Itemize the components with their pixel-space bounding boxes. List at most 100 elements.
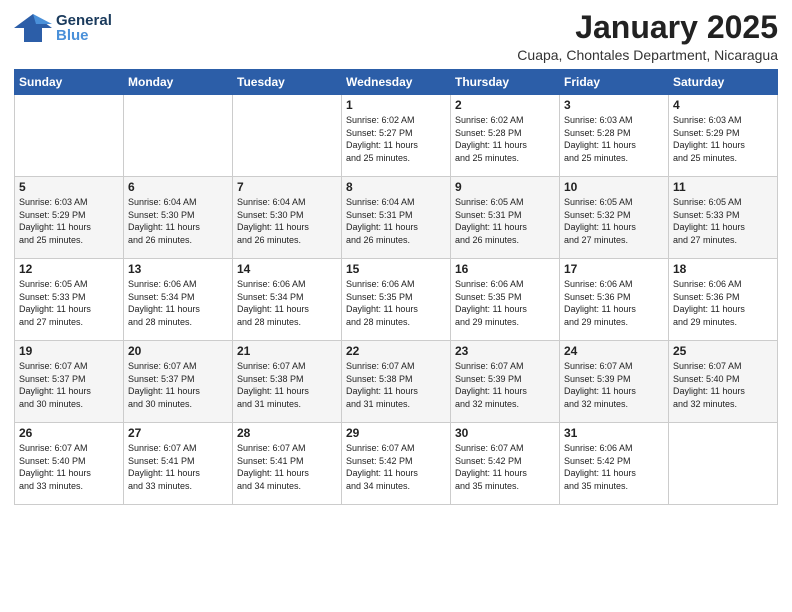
day-number: 8 <box>346 180 446 194</box>
day-info: Sunrise: 6:06 AMSunset: 5:35 PMDaylight:… <box>455 278 555 328</box>
day-info: Sunrise: 6:07 AMSunset: 5:42 PMDaylight:… <box>455 442 555 492</box>
day-info: Sunrise: 6:04 AMSunset: 5:31 PMDaylight:… <box>346 196 446 246</box>
day-info: Sunrise: 6:02 AMSunset: 5:28 PMDaylight:… <box>455 114 555 164</box>
table-row: 19 Sunrise: 6:07 AMSunset: 5:37 PMDayligh… <box>15 341 124 423</box>
day-info: Sunrise: 6:07 AMSunset: 5:38 PMDaylight:… <box>237 360 337 410</box>
calendar-week-4: 19 Sunrise: 6:07 AMSunset: 5:37 PMDayligh… <box>15 341 778 423</box>
day-info: Sunrise: 6:07 AMSunset: 5:37 PMDaylight:… <box>128 360 228 410</box>
header-saturday: Saturday <box>669 70 778 95</box>
day-info: Sunrise: 6:03 AMSunset: 5:28 PMDaylight:… <box>564 114 664 164</box>
table-row: 20 Sunrise: 6:07 AMSunset: 5:37 PMDayligh… <box>124 341 233 423</box>
table-row: 6Sunrise: 6:04 AMSunset: 5:30 PMDaylight… <box>124 177 233 259</box>
day-number: 14 <box>237 262 337 276</box>
table-row <box>15 95 124 177</box>
day-number: 2 <box>455 98 555 112</box>
header-monday: Monday <box>124 70 233 95</box>
header-tuesday: Tuesday <box>233 70 342 95</box>
table-row: 2 Sunrise: 6:02 AMSunset: 5:28 PMDaylight… <box>451 95 560 177</box>
day-number: 15 <box>346 262 446 276</box>
table-row: 11 Sunrise: 6:05 AMSunset: 5:33 PMDayligh… <box>669 177 778 259</box>
logo: General Blue <box>14 10 112 46</box>
calendar-header-row: Sunday Monday Tuesday Wednesday Thursday… <box>15 70 778 95</box>
table-row: 23Sunrise: 6:07 AMSunset: 5:39 PMDayligh… <box>451 341 560 423</box>
calendar-week-2: 5 Sunrise: 6:03 AMSunset: 5:29 PMDaylight… <box>15 177 778 259</box>
day-info: Sunrise: 6:07 AMSunset: 5:40 PMDaylight:… <box>19 442 119 492</box>
day-number: 3 <box>564 98 664 112</box>
table-row <box>124 95 233 177</box>
day-number: 18 <box>673 262 773 276</box>
header-friday: Friday <box>560 70 669 95</box>
table-row: 1Sunrise: 6:02 AMSunset: 5:27 PMDaylight… <box>342 95 451 177</box>
table-row: 17Sunrise: 6:06 AMSunset: 5:36 PMDayligh… <box>560 259 669 341</box>
day-number: 13 <box>128 262 228 276</box>
calendar-table: Sunday Monday Tuesday Wednesday Thursday… <box>14 69 778 505</box>
table-row <box>233 95 342 177</box>
table-row: 28 Sunrise: 6:07 AMSunset: 5:41 PMDayligh… <box>233 423 342 505</box>
day-info: Sunrise: 6:02 AMSunset: 5:27 PMDaylight:… <box>346 114 446 164</box>
calendar-week-3: 12 Sunrise: 6:05 AMSunset: 5:33 PMDayligh… <box>15 259 778 341</box>
day-info: Sunrise: 6:06 AMSunset: 5:42 PMDaylight:… <box>564 442 664 492</box>
logo-blue: Blue <box>56 28 112 43</box>
day-number: 5 <box>19 180 119 194</box>
day-info: Sunrise: 6:07 AMSunset: 5:42 PMDaylight:… <box>346 442 446 492</box>
table-row: 4 Sunrise: 6:03 AMSunset: 5:29 PMDaylight… <box>669 95 778 177</box>
day-info: Sunrise: 6:07 AMSunset: 5:40 PMDaylight:… <box>673 360 773 410</box>
table-row: 26Sunrise: 6:07 AMSunset: 5:40 PMDayligh… <box>15 423 124 505</box>
day-number: 19 <box>19 344 119 358</box>
table-row: 18 Sunrise: 6:06 AMSunset: 5:36 PMDayligh… <box>669 259 778 341</box>
day-number: 25 <box>673 344 773 358</box>
header: General Blue January 2025 Cuapa, Chontal… <box>14 10 778 63</box>
header-sunday: Sunday <box>15 70 124 95</box>
table-row: 5 Sunrise: 6:03 AMSunset: 5:29 PMDaylight… <box>15 177 124 259</box>
day-info: Sunrise: 6:03 AMSunset: 5:29 PMDaylight:… <box>673 114 773 164</box>
day-number: 28 <box>237 426 337 440</box>
day-number: 6 <box>128 180 228 194</box>
day-number: 11 <box>673 180 773 194</box>
day-number: 29 <box>346 426 446 440</box>
day-number: 31 <box>564 426 664 440</box>
table-row: 24Sunrise: 6:07 AMSunset: 5:39 PMDayligh… <box>560 341 669 423</box>
day-info: Sunrise: 6:07 AMSunset: 5:41 PMDaylight:… <box>237 442 337 492</box>
day-info: Sunrise: 6:06 AMSunset: 5:36 PMDaylight:… <box>564 278 664 328</box>
table-row: 27 Sunrise: 6:07 AMSunset: 5:41 PMDayligh… <box>124 423 233 505</box>
day-number: 9 <box>455 180 555 194</box>
table-row: 30Sunrise: 6:07 AMSunset: 5:42 PMDayligh… <box>451 423 560 505</box>
table-row: 29 Sunrise: 6:07 AMSunset: 5:42 PMDayligh… <box>342 423 451 505</box>
day-number: 24 <box>564 344 664 358</box>
table-row: 8 Sunrise: 6:04 AMSunset: 5:31 PMDaylight… <box>342 177 451 259</box>
table-row: 15Sunrise: 6:06 AMSunset: 5:35 PMDayligh… <box>342 259 451 341</box>
day-number: 16 <box>455 262 555 276</box>
table-row: 14 Sunrise: 6:06 AMSunset: 5:34 PMDayligh… <box>233 259 342 341</box>
day-number: 10 <box>564 180 664 194</box>
day-info: Sunrise: 6:04 AMSunset: 5:30 PMDaylight:… <box>237 196 337 246</box>
day-info: Sunrise: 6:05 AMSunset: 5:33 PMDaylight:… <box>19 278 119 328</box>
day-info: Sunrise: 6:05 AMSunset: 5:31 PMDaylight:… <box>455 196 555 246</box>
day-info: Sunrise: 6:07 AMSunset: 5:41 PMDaylight:… <box>128 442 228 492</box>
day-number: 22 <box>346 344 446 358</box>
day-info: Sunrise: 6:06 AMSunset: 5:34 PMDaylight:… <box>128 278 228 328</box>
day-info: Sunrise: 6:06 AMSunset: 5:34 PMDaylight:… <box>237 278 337 328</box>
table-row: 25 Sunrise: 6:07 AMSunset: 5:40 PMDayligh… <box>669 341 778 423</box>
day-info: Sunrise: 6:05 AMSunset: 5:32 PMDaylight:… <box>564 196 664 246</box>
day-number: 12 <box>19 262 119 276</box>
day-number: 7 <box>237 180 337 194</box>
table-row: 12 Sunrise: 6:05 AMSunset: 5:33 PMDayligh… <box>15 259 124 341</box>
day-info: Sunrise: 6:05 AMSunset: 5:33 PMDaylight:… <box>673 196 773 246</box>
day-info: Sunrise: 6:03 AMSunset: 5:29 PMDaylight:… <box>19 196 119 246</box>
day-number: 27 <box>128 426 228 440</box>
day-number: 21 <box>237 344 337 358</box>
calendar-week-5: 26Sunrise: 6:07 AMSunset: 5:40 PMDayligh… <box>15 423 778 505</box>
day-info: Sunrise: 6:06 AMSunset: 5:36 PMDaylight:… <box>673 278 773 328</box>
title-section: January 2025 Cuapa, Chontales Department… <box>517 10 778 63</box>
day-number: 20 <box>128 344 228 358</box>
day-number: 4 <box>673 98 773 112</box>
day-info: Sunrise: 6:07 AMSunset: 5:39 PMDaylight:… <box>455 360 555 410</box>
header-thursday: Thursday <box>451 70 560 95</box>
table-row: 21 Sunrise: 6:07 AMSunset: 5:38 PMDayligh… <box>233 341 342 423</box>
day-info: Sunrise: 6:07 AMSunset: 5:37 PMDaylight:… <box>19 360 119 410</box>
month-title: January 2025 <box>517 10 778 45</box>
table-row <box>669 423 778 505</box>
table-row: 31 Sunrise: 6:06 AMSunset: 5:42 PMDayligh… <box>560 423 669 505</box>
logo-general: General <box>56 13 112 28</box>
calendar-week-1: 1Sunrise: 6:02 AMSunset: 5:27 PMDaylight… <box>15 95 778 177</box>
